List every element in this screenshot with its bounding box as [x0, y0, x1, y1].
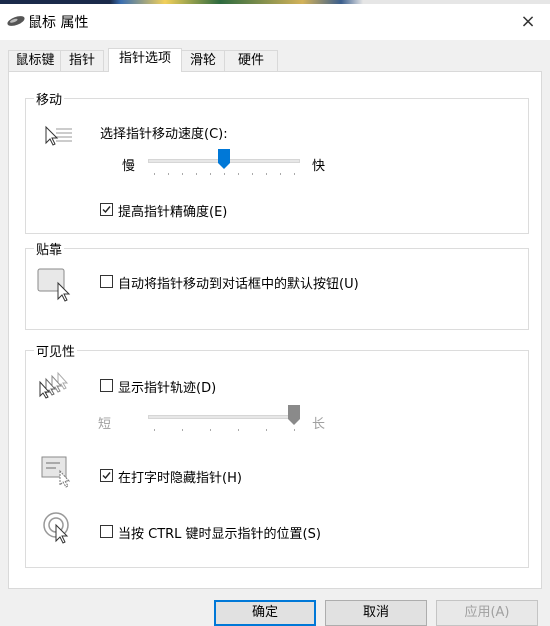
slider-tick	[154, 173, 155, 175]
pointer-trails-icon	[36, 371, 76, 405]
trail-length-slider-track	[148, 415, 300, 419]
slider-tick	[210, 429, 211, 431]
slider-tick	[182, 429, 183, 431]
visibility-group-label: 可见性	[34, 341, 78, 360]
pointer-trails-checkbox[interactable]	[100, 379, 113, 392]
motion-group: 移动 选择指针移动速度(C): 慢 快 提高指针精确度(E)	[25, 89, 529, 234]
close-button[interactable]: ×	[506, 4, 550, 40]
show-location-icon	[42, 511, 76, 549]
trail-length-slider-ticks	[154, 429, 295, 432]
slider-tick	[154, 429, 155, 431]
mouse-icon	[6, 14, 26, 28]
slider-tick	[294, 429, 295, 431]
speed-slider-thumb[interactable]	[218, 149, 230, 169]
snap-to-label[interactable]: 自动将指针移动到对话框中的默认按钮(U)	[118, 273, 359, 292]
pointer-trails-label[interactable]: 显示指针轨迹(D)	[118, 377, 216, 396]
apply-button[interactable]: 应用(A)	[436, 600, 538, 626]
slider-tick	[182, 173, 183, 175]
title-bar: 鼠标 属性 ×	[0, 4, 550, 40]
slider-tick	[266, 173, 267, 175]
hide-while-typing-label[interactable]: 在打字时隐藏指针(H)	[118, 467, 242, 486]
trail-length-slider-thumb	[288, 405, 300, 425]
enhance-precision-checkbox[interactable]	[100, 203, 113, 216]
slider-tick	[280, 173, 281, 175]
tab-wheel[interactable]: 滑轮	[180, 50, 226, 71]
tab-pointers[interactable]: 指针	[60, 50, 104, 71]
snap-to-checkbox[interactable]	[100, 275, 113, 288]
tab-pointer-options[interactable]: 指针选项	[108, 48, 182, 72]
fast-label: 快	[312, 159, 326, 174]
ok-button[interactable]: 确定	[214, 600, 316, 626]
slider-tick	[196, 173, 197, 175]
slider-tick	[224, 173, 225, 175]
enhance-precision-label[interactable]: 提高指针精确度(E)	[118, 201, 227, 220]
tab-buttons[interactable]: 鼠标键	[8, 50, 62, 71]
slider-tick	[266, 429, 267, 431]
hide-while-typing-checkbox[interactable]	[100, 469, 113, 482]
pointer-speed-icon	[42, 123, 74, 155]
slider-tick	[294, 173, 295, 175]
short-label: 短	[98, 417, 112, 432]
show-location-checkbox[interactable]	[100, 525, 113, 538]
snap-to-group-label: 贴靠	[34, 239, 65, 258]
slider-tick	[238, 429, 239, 431]
visibility-group: 可见性 显示指针轨迹(D) 短 长 在打字时隐藏指针(H) 当按 CTRL 键时…	[25, 341, 529, 568]
speed-slider[interactable]	[148, 149, 300, 179]
slider-tick	[168, 173, 169, 175]
snap-to-group: 贴靠 自动将指针移动到对话框中的默认按钮(U)	[25, 239, 529, 330]
window-title: 鼠标 属性	[28, 15, 89, 31]
slider-tick	[210, 173, 211, 175]
snap-to-icon	[36, 265, 76, 307]
slider-tick	[252, 173, 253, 175]
slow-label: 慢	[122, 159, 136, 174]
motion-group-label: 移动	[34, 89, 65, 108]
show-location-label[interactable]: 当按 CTRL 键时显示指针的位置(S)	[118, 523, 321, 542]
tab-hardware[interactable]: 硬件	[224, 50, 278, 71]
speed-label: 选择指针移动速度(C):	[100, 127, 228, 142]
speed-slider-ticks	[154, 173, 295, 176]
tab-panel: 移动 选择指针移动速度(C): 慢 快 提高指针精确度(E) 贴靠 自动将指针移…	[8, 71, 542, 589]
hide-pointer-icon	[40, 455, 76, 493]
long-label: 长	[312, 417, 326, 432]
slider-tick	[238, 173, 239, 175]
trail-length-slider	[148, 405, 300, 435]
cancel-button[interactable]: 取消	[325, 600, 427, 626]
